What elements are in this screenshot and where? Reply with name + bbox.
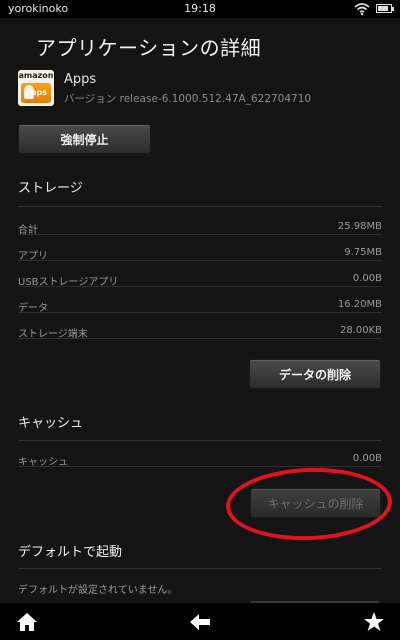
- row-divider: [18, 286, 382, 287]
- storage-row-value: 9.75MB: [344, 247, 382, 258]
- storage-row-device: ストレージ端末 28.00KB: [18, 325, 382, 343]
- row-divider: [18, 260, 382, 261]
- row-divider: [18, 312, 382, 313]
- cache-row-value: 0.00B: [352, 453, 382, 464]
- back-arrow-icon: [190, 614, 210, 630]
- app-icon-brand: amazon: [18, 71, 54, 80]
- highlight-annotation: [224, 465, 394, 543]
- home-button[interactable]: [14, 609, 40, 635]
- storage-row-app: アプリ 9.75MB: [18, 247, 382, 265]
- storage-row-value: 25.98MB: [337, 221, 382, 232]
- back-button[interactable]: [187, 609, 213, 635]
- page-title: アプリケーションの詳細: [36, 36, 262, 60]
- navigation-bar: [0, 603, 400, 640]
- clock: 19:18: [184, 2, 216, 15]
- defaults-note: デフォルトが設定されていません。: [18, 585, 178, 596]
- storage-row-value: 0.00B: [352, 273, 382, 284]
- app-icon: amazon apps: [18, 70, 54, 106]
- star-icon: [364, 612, 384, 631]
- app-version: バージョン release-6.1000.512.47A_622704710: [64, 93, 312, 105]
- storage-row-value: 16.20MB: [337, 299, 382, 310]
- wifi-icon: [354, 3, 370, 16]
- storage-row-usb: USBストレージアプリ 0.00B: [18, 273, 382, 291]
- row-divider: [18, 466, 382, 467]
- defaults-section-title: デフォルトで起動: [18, 545, 123, 560]
- storage-row-value: 28.00KB: [339, 325, 382, 336]
- section-divider: [18, 206, 382, 207]
- app-name: Apps: [64, 72, 97, 87]
- home-icon: [17, 613, 37, 631]
- battery-level: [378, 6, 388, 11]
- status-bar: yorokinoko 19:18: [0, 0, 400, 18]
- app-icon-badge-text: apps: [25, 88, 47, 97]
- storage-row-total: 合計 25.98MB: [18, 221, 382, 239]
- section-divider: [18, 440, 382, 441]
- clear-data-button[interactable]: データの削除: [249, 359, 381, 389]
- row-divider: [18, 234, 382, 235]
- section-divider: [18, 568, 382, 569]
- storage-section-title: ストレージ: [18, 181, 83, 196]
- app-details-screen: yorokinoko 19:18 アプリケーションの詳細 amazon apps…: [0, 0, 400, 640]
- force-stop-button[interactable]: 強制停止: [18, 124, 151, 154]
- battery-icon: [376, 4, 394, 13]
- row-divider: [18, 338, 382, 339]
- storage-row-data: データ 16.20MB: [18, 299, 382, 317]
- cache-section-title: キャッシュ: [18, 416, 84, 431]
- app-icon-badge: apps: [21, 83, 51, 103]
- favorites-button[interactable]: [361, 609, 387, 635]
